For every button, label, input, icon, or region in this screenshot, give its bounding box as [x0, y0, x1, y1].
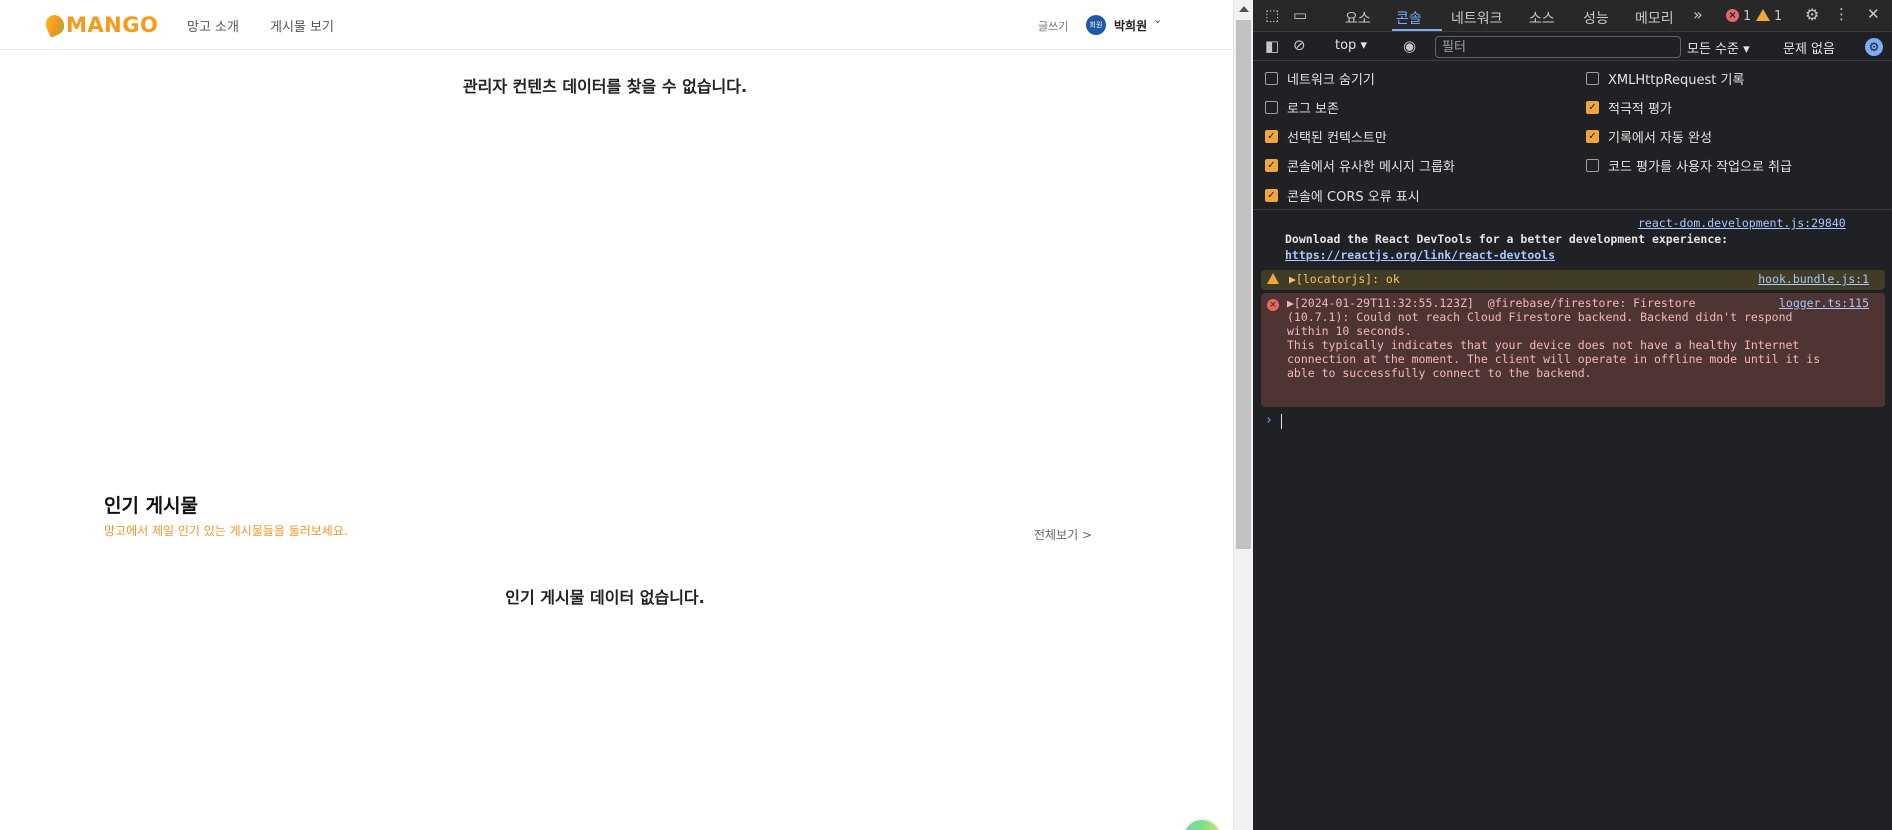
- scroll-up-arrow-icon[interactable]: [1239, 6, 1249, 12]
- console-input-caret[interactable]: [1281, 414, 1282, 429]
- site-header: MANGO 망고 소개 게시물 보기 글쓰기 회원 박희원 ⌄: [0, 0, 1233, 50]
- setting-autocomplete-history[interactable]: ✓ 기록에서 자동 완성: [1586, 127, 1712, 146]
- checkbox[interactable]: ✓: [1265, 189, 1278, 202]
- console-output: react-dom.development.js:29840 Download …: [1253, 211, 1892, 830]
- setting-cors-errors[interactable]: ✓ 콘솔에 CORS 오류 표시: [1265, 186, 1420, 205]
- active-tab-indicator: [1392, 29, 1442, 31]
- user-name[interactable]: 박희원: [1114, 17, 1147, 34]
- inspect-element-icon[interactable]: ⬚: [1265, 8, 1279, 23]
- more-options-icon[interactable]: ⋮: [1834, 7, 1849, 22]
- tab-performance[interactable]: 성능: [1583, 8, 1609, 28]
- setting-group-similar[interactable]: ✓ 콘솔에서 유사한 메시지 그룹화: [1265, 156, 1455, 175]
- close-icon[interactable]: ✕: [1867, 7, 1880, 22]
- chevron-down-icon[interactable]: ⌄: [1153, 13, 1162, 26]
- console-settings-icon[interactable]: ⚙: [1865, 38, 1883, 56]
- filter-input[interactable]: [1435, 36, 1681, 58]
- log-level-value: 모든 수준: [1687, 42, 1739, 57]
- checkbox[interactable]: ✓: [1265, 159, 1278, 172]
- tab-sources[interactable]: 소스: [1529, 8, 1555, 28]
- error-count[interactable]: 1: [1743, 9, 1751, 24]
- warning-text: ▶[locatorjs]: ok: [1289, 272, 1400, 286]
- setting-selected-context-only[interactable]: ✓ 선택된 컨텍스트만: [1265, 127, 1387, 146]
- nav-about[interactable]: 망고 소개: [187, 16, 239, 35]
- error-count-icon[interactable]: ×: [1726, 9, 1739, 22]
- page-scrollbar[interactable]: [1233, 0, 1253, 830]
- setting-eager-evaluation[interactable]: ✓ 적극적 평가: [1586, 98, 1672, 117]
- console-toolbar: ◧ ⊘ top ▾ ◉ 모든 수준 ▾ 문제 없음 ⚙: [1253, 33, 1892, 61]
- setting-preserve-log[interactable]: 로그 보존: [1265, 98, 1339, 117]
- checkbox[interactable]: ✓: [1586, 101, 1599, 114]
- logo-text: MANGO: [66, 13, 159, 37]
- checkbox[interactable]: ✓: [1265, 130, 1278, 143]
- website-viewport: MANGO 망고 소개 게시물 보기 글쓰기 회원 박희원 ⌄ 관리자 컨텐츠 …: [0, 0, 1233, 830]
- devtools-tabbar: ⬚ ▭ 요소 콘솔 네트워크 소스 성능 메모리 » × 1 1 ⚙ ⋮ ✕: [1253, 0, 1892, 32]
- devtools-panel: ⬚ ▭ 요소 콘솔 네트워크 소스 성능 메모리 » × 1 1 ⚙ ⋮ ✕ ◧…: [1253, 0, 1892, 830]
- checkbox[interactable]: ✓: [1586, 130, 1599, 143]
- device-toolbar-icon[interactable]: ▭: [1293, 8, 1307, 23]
- console-message-warning[interactable]: ▶[locatorjs]: ok hook.bundle.js:1: [1261, 270, 1885, 290]
- popular-posts-title: 인기 게시물: [104, 495, 199, 517]
- tab-memory[interactable]: 메모리: [1635, 8, 1674, 28]
- mango-logo[interactable]: MANGO: [42, 12, 159, 38]
- clear-console-icon[interactable]: ⊘: [1293, 38, 1306, 53]
- setting-user-activation-eval[interactable]: 코드 평가를 사용자 작업으로 취급: [1586, 156, 1792, 175]
- message-source-link[interactable]: react-dom.development.js:29840: [1638, 216, 1846, 230]
- warning-count[interactable]: 1: [1774, 9, 1782, 24]
- floating-action-button[interactable]: [1182, 818, 1222, 830]
- settings-gear-icon[interactable]: ⚙: [1805, 7, 1819, 23]
- setting-hide-network[interactable]: 네트워크 숨기기: [1265, 69, 1375, 88]
- context-value: top: [1335, 38, 1357, 53]
- context-select[interactable]: top ▾: [1335, 38, 1367, 53]
- nav-board[interactable]: 게시물 보기: [270, 16, 334, 35]
- message-source-link[interactable]: logger.ts:115: [1779, 296, 1869, 310]
- eye-icon[interactable]: ◉: [1403, 39, 1416, 54]
- console-message-error[interactable]: × ▶[2024-01-29T11:32:55.123Z] @firebase/…: [1261, 293, 1885, 407]
- checkbox[interactable]: [1586, 72, 1599, 85]
- console-settings-pane: 네트워크 숨기기 XMLHttpRequest 기록 로그 보존 ✓ 적극적 평가…: [1253, 62, 1892, 210]
- tab-network[interactable]: 네트워크: [1451, 8, 1503, 28]
- setting-log-xhr[interactable]: XMLHttpRequest 기록: [1586, 69, 1744, 88]
- tab-console[interactable]: 콘솔: [1396, 8, 1422, 28]
- error-icon: ×: [1267, 299, 1279, 311]
- avatar[interactable]: 회원: [1086, 15, 1106, 35]
- checkbox[interactable]: [1586, 159, 1599, 172]
- warning-icon: [1267, 273, 1279, 284]
- issues-counter[interactable]: 문제 없음: [1783, 38, 1835, 57]
- warning-count-icon[interactable]: [1756, 9, 1770, 21]
- log-level-select[interactable]: 모든 수준 ▾: [1687, 38, 1750, 57]
- checkbox[interactable]: [1265, 72, 1278, 85]
- checkbox[interactable]: [1265, 101, 1278, 114]
- react-devtools-link[interactable]: https://reactjs.org/link/react-devtools: [1285, 248, 1555, 262]
- popular-posts-subtitle: 망고에서 제일 인기 있는 게시물들을 둘러보세요.: [104, 524, 348, 538]
- tab-elements[interactable]: 요소: [1345, 8, 1371, 28]
- see-all-link[interactable]: 전체보기 >: [1034, 526, 1092, 543]
- popular-posts-empty-message: 인기 게시물 데이터 없습니다.: [505, 588, 705, 607]
- console-prompt-chevron-icon: ›: [1265, 413, 1273, 428]
- scrollbar-thumb[interactable]: [1236, 20, 1251, 549]
- write-link[interactable]: 글쓰기: [1038, 18, 1068, 34]
- message-source-link[interactable]: hook.bundle.js:1: [1758, 272, 1869, 286]
- mango-icon: [42, 12, 68, 38]
- more-tabs-icon[interactable]: »: [1693, 7, 1703, 23]
- sidebar-toggle-icon[interactable]: ◧: [1265, 39, 1279, 54]
- console-message-info: Download the React DevTools for a better…: [1285, 232, 1729, 262]
- admin-content-empty-message: 관리자 컨텐츠 데이터를 찾을 수 없습니다.: [462, 77, 748, 96]
